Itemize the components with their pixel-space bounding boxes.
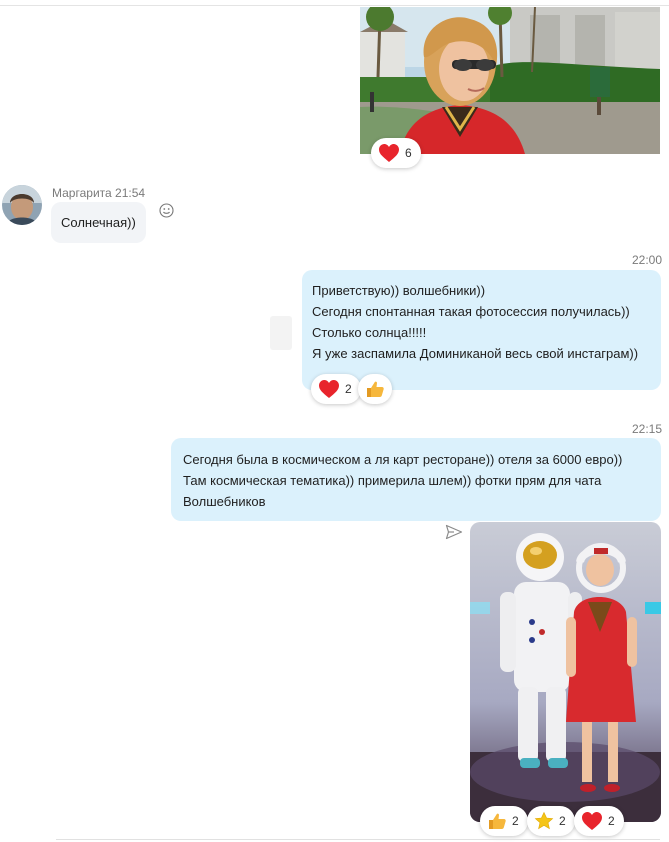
- shared-photo-astronaut[interactable]: [470, 522, 661, 822]
- outgoing-message-bubble[interactable]: Приветствую)) волшебники)) Сегодня спонт…: [302, 270, 661, 390]
- add-reaction-button[interactable]: [159, 203, 174, 223]
- message-line: Сегодня спонтанная такая фотосессия полу…: [312, 304, 630, 319]
- message-line: Столько солнца!!!!!: [312, 325, 427, 340]
- message-line: Я уже заспамила Доминиканой весь свой ин…: [312, 346, 639, 361]
- message-line: Приветствую)) волшебники)): [312, 283, 486, 298]
- reaction-count: 2: [559, 814, 566, 828]
- reaction-thumbs-up[interactable]: 2: [480, 806, 528, 836]
- top-divider: [0, 0, 669, 6]
- star-icon: [534, 811, 554, 830]
- forward-button[interactable]: [445, 524, 463, 545]
- thumbs-up-icon: [367, 381, 384, 397]
- astronaut-photo-image: [470, 522, 661, 822]
- message-time: 22:00: [632, 253, 663, 267]
- resort-photo-image: [360, 7, 660, 154]
- heart-icon: [379, 144, 399, 162]
- shared-photo-resort[interactable]: [360, 7, 660, 154]
- message-meta: Маргарита 21:54: [52, 186, 145, 200]
- reaction-count: 2: [512, 814, 519, 828]
- smiley-icon: [159, 203, 174, 218]
- reaction-count: 2: [345, 382, 352, 396]
- heart-icon: [319, 380, 339, 398]
- message-line: Сегодня была в космическом а ля карт рес…: [183, 452, 623, 467]
- reaction-heart[interactable]: 2: [574, 806, 624, 836]
- reaction-star[interactable]: 2: [527, 806, 575, 836]
- avatar-image: [2, 185, 42, 225]
- send-icon: [445, 524, 463, 540]
- outgoing-message-bubble[interactable]: Сегодня была в космическом а ля карт рес…: [171, 438, 661, 521]
- message-line: Там космическая тематика)) примерила шле…: [183, 473, 602, 488]
- sender-name[interactable]: Маргарита: [52, 186, 112, 200]
- incoming-message-bubble[interactable]: Солнечная)): [51, 202, 146, 243]
- bottom-divider: [56, 839, 660, 840]
- reaction-heart[interactable]: 6: [371, 138, 421, 168]
- reaction-count: 6: [405, 146, 412, 160]
- reaction-count: 2: [608, 814, 615, 828]
- reaction-thumbs-up[interactable]: [358, 374, 392, 404]
- message-text: Солнечная)): [61, 215, 136, 230]
- reaction-heart[interactable]: 2: [311, 374, 361, 404]
- message-line: Волшебников: [183, 494, 266, 509]
- heart-icon: [582, 812, 602, 830]
- faint-placeholder: [270, 316, 292, 350]
- message-time: 22:15: [632, 422, 663, 436]
- avatar[interactable]: [2, 185, 42, 225]
- message-time: 21:54: [115, 186, 146, 200]
- thumbs-up-icon: [489, 813, 506, 829]
